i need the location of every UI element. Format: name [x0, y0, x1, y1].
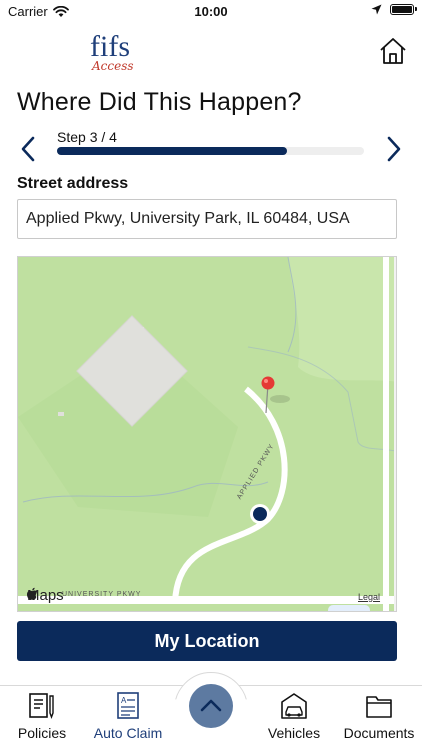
- legal-link[interactable]: Legal: [358, 592, 380, 602]
- street-address-label: Street address: [17, 175, 129, 192]
- svg-text:A: A: [121, 696, 127, 705]
- chevron-left-icon: [21, 136, 35, 162]
- apple-logo-icon: [27, 587, 37, 600]
- status-bar: Carrier 10:00: [0, 0, 422, 22]
- claim-form-icon: A: [117, 692, 139, 719]
- map-view[interactable]: APPLIED PKWY UNIVERSITY PKWY Maps Legal: [17, 256, 397, 612]
- page-title: Where Did This Happen?: [17, 88, 302, 116]
- tab-label-policies: Policies: [17, 725, 67, 741]
- step-label: Step 3 / 4: [57, 129, 117, 145]
- tab-label-vehicles: Vehicles: [267, 725, 321, 741]
- tab-auto-claim[interactable]: A Auto Claim: [86, 686, 170, 750]
- location-arrow-icon: [371, 4, 382, 15]
- street-address-input[interactable]: [17, 199, 397, 239]
- previous-step-button[interactable]: [16, 134, 42, 164]
- map-canvas: [18, 257, 396, 611]
- next-step-button[interactable]: [380, 134, 406, 164]
- tab-label-auto-claim: Auto Claim: [93, 725, 163, 741]
- tab-policies[interactable]: Policies: [0, 686, 84, 750]
- map-pin-icon[interactable]: [261, 376, 275, 390]
- road-label-university: UNIVERSITY PKWY: [62, 591, 142, 598]
- fifs-access-logo: fifs Access: [90, 30, 134, 73]
- step-progress-fill: [57, 147, 288, 155]
- tab-documents[interactable]: Documents: [337, 686, 421, 750]
- maps-attribution: Maps: [27, 587, 64, 604]
- step-progress-bar: [57, 147, 364, 155]
- chevron-right-icon: [387, 136, 401, 162]
- folder-icon: [366, 696, 392, 718]
- battery-icon: [390, 4, 417, 15]
- tab-vehicles[interactable]: Vehicles: [252, 686, 336, 750]
- status-right: [371, 4, 417, 15]
- logo-script: Access: [91, 59, 134, 73]
- expand-menu-button[interactable]: [189, 684, 233, 728]
- my-location-button[interactable]: My Location: [17, 621, 397, 661]
- user-location-dot: [253, 507, 267, 521]
- document-pencil-icon: [29, 693, 54, 719]
- home-icon: [380, 38, 406, 64]
- home-button[interactable]: [378, 36, 408, 66]
- status-time: 10:00: [194, 4, 228, 19]
- chevron-up-icon: [200, 699, 222, 712]
- tab-label-documents: Documents: [343, 725, 415, 741]
- car-garage-icon: [281, 693, 307, 719]
